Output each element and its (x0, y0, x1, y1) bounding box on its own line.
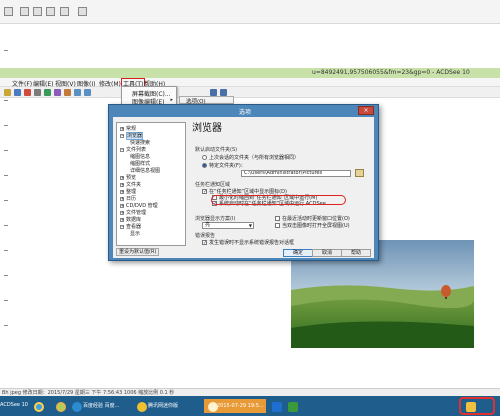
close-button[interactable]: × (358, 106, 374, 115)
word-icon[interactable] (272, 402, 282, 412)
annotation-highlight-ring (211, 195, 346, 205)
color-icon[interactable] (78, 7, 87, 16)
brush-icon[interactable] (60, 7, 69, 16)
checkbox-no-error-dialog[interactable]: ✓ 发生错误时不显示系统错误报告对话框 (202, 239, 294, 246)
collapse-icon[interactable]: − (120, 224, 124, 229)
expand-icon[interactable]: + (120, 217, 124, 222)
submenu-arrow-icon: ▸ (170, 97, 173, 103)
balloon (441, 285, 451, 297)
nav-forward-icon[interactable] (220, 89, 227, 96)
status-bar: Bh jpeg 修改日期：2015/7/29 星期三 下午 7:56:43 10… (0, 388, 500, 396)
baidu-icon (72, 402, 82, 412)
tree-item-thumb-info[interactable]: 缩图信息 (130, 153, 150, 160)
expand-icon[interactable]: + (120, 126, 124, 131)
checkbox-checked-icon: ✓ (202, 240, 208, 246)
ie-icon[interactable] (34, 402, 44, 412)
checkbox-update-window-position[interactable]: 在最近活动时更新窗口位置(O) (275, 215, 350, 222)
panel-title: 浏览器 (192, 123, 222, 134)
dialog-title: 选项 (239, 109, 252, 116)
expand-icon[interactable]: + (120, 175, 124, 180)
radio-icon (202, 155, 207, 160)
expand-icon[interactable]: + (120, 210, 124, 215)
tree-item-quick-search[interactable]: 快速搜索 (130, 139, 150, 146)
startup-folder-path-field[interactable]: C:\Users\Administrator\Pictures (241, 170, 351, 177)
expand-icon[interactable]: + (120, 189, 124, 194)
reset-defaults-button[interactable]: 重设为默认值(R) (116, 248, 160, 256)
expand-icon[interactable]: + (120, 182, 124, 187)
tencent-icon (137, 402, 147, 412)
tree-item-display[interactable]: 显示 (130, 230, 140, 237)
browser-icon[interactable] (56, 402, 66, 412)
tree-item-cd-dvd[interactable]: + CD/DVD 管理 (120, 202, 158, 209)
window-title-bar: u=8492491,957506055&fm=23&gp=0 - ACDSee … (0, 68, 500, 78)
annotation-tray-ring (459, 397, 495, 415)
tools-dropdown-menu: 屏幕截图(C)... 图像编辑(E) ▸ (121, 86, 177, 106)
rotate-icon[interactable] (44, 89, 51, 96)
display-section-label: 浏览器显示方案(I) (195, 216, 236, 222)
checkbox-icon (275, 223, 280, 228)
folder-icon[interactable] (4, 89, 11, 96)
expand-icon[interactable]: + (120, 196, 124, 201)
checkbox-icon (275, 216, 280, 221)
cancel-button[interactable]: 取消 (312, 249, 342, 257)
options-dialog: 选项 × + 常规 − 浏览器 快速搜索 − 文件列表 缩图信息 缩图样式 详细信息视… (108, 104, 379, 261)
delete-icon[interactable] (24, 89, 31, 96)
dialog-body: + 常规 − 浏览器 快速搜索 − 文件列表 缩图信息 缩图样式 详细信息视图 + 预览… (113, 117, 374, 258)
options-tree: + 常规 − 浏览器 快速搜索 − 文件列表 缩图信息 缩图样式 详细信息视图 + 预览… (116, 122, 186, 246)
expand-icon[interactable]: + (120, 203, 124, 208)
browser-settings-panel: 浏览器 默认启动文件夹(S) 上次会话的文件夹（与所有浏览器相同） 特定文件夹(… (191, 119, 371, 246)
toolbar (0, 87, 500, 98)
tree-item-preview[interactable]: + 预览 (120, 174, 136, 181)
arrow-icon[interactable] (20, 7, 29, 16)
radio-last-session[interactable]: 上次会话的文件夹（与所有浏览器相同） (202, 154, 299, 161)
startup-section-label: 默认启动文件夹(S) (195, 147, 238, 153)
crop-icon[interactable] (64, 89, 71, 96)
dialog-title-bar[interactable]: 选项 × (109, 105, 378, 117)
acdsee-icon[interactable] (288, 402, 298, 412)
ok-button[interactable]: 确定 (283, 249, 313, 257)
collapse-icon[interactable]: − (120, 147, 124, 152)
tree-item-file-list[interactable]: − 文件列表 (120, 146, 146, 153)
search-icon[interactable] (33, 7, 42, 16)
zoom-out-icon[interactable] (84, 89, 91, 96)
tree-item-calendar[interactable]: + 日历 (120, 195, 136, 202)
chevron-down-icon: ▼ (248, 223, 252, 228)
window-title: u=8492491,957506055&fm=23&gp=0 - ACDSee … (312, 69, 470, 76)
tree-item-viewer[interactable]: − 查看器 (120, 223, 141, 230)
errors-section-label: 错误报告 (195, 233, 216, 239)
tree-item-details-view[interactable]: 详细信息视图 (130, 167, 160, 174)
save-icon[interactable] (14, 89, 21, 96)
top-toolbar-strip (0, 0, 500, 24)
tree-item-folders[interactable]: + 文件夹 (120, 181, 141, 188)
tree-item-general[interactable]: + 常规 (120, 125, 136, 132)
tools-submenu: 选项(O) (179, 96, 234, 105)
zoom-in-icon[interactable] (74, 89, 81, 96)
tree-item-file-management[interactable]: + 文件管理 (120, 209, 146, 216)
radio-specific-folder[interactable]: 特定文件夹(F)： (202, 162, 246, 169)
radio-checked-icon (202, 163, 207, 168)
menu-bar: 文件(F) 编辑(E) 视图(V) 图像(I) 修改(M) 工具(T) 帮助(H… (0, 78, 500, 89)
browse-folder-icon[interactable] (355, 169, 364, 177)
checkbox-checked-icon: ✓ (202, 189, 208, 195)
taskbar-app-label[interactable]: ACDSee 10 (0, 402, 28, 408)
tree-item-thumb-style[interactable]: 缩图样式 (130, 160, 150, 167)
folder-icon (208, 402, 218, 412)
tree-item-browser[interactable]: − 浏览器 (120, 132, 144, 140)
status-text: Bh jpeg 修改日期：2015/7/29 星期三 下午 7:56:43 10… (2, 390, 175, 396)
zoom-icon[interactable] (46, 7, 55, 16)
tree-item-organize[interactable]: + 整理 (120, 188, 136, 195)
taskbar-section-label: 任务栏通知区域 (195, 182, 231, 188)
collapse-icon[interactable]: − (120, 133, 124, 138)
help-button[interactable]: 帮助 (341, 249, 371, 257)
edit-icon[interactable] (54, 89, 61, 96)
checkbox-fullscreen-double-click[interactable]: 当双击图像时打开全屏视图(U) (275, 222, 350, 229)
nav-back-icon[interactable] (210, 89, 217, 96)
display-scheme-select[interactable]: 亮 ▼ (202, 222, 254, 229)
tree-item-database[interactable]: + 数据库 (120, 216, 141, 223)
print-icon[interactable] (34, 89, 41, 96)
app-icon[interactable] (4, 7, 13, 16)
